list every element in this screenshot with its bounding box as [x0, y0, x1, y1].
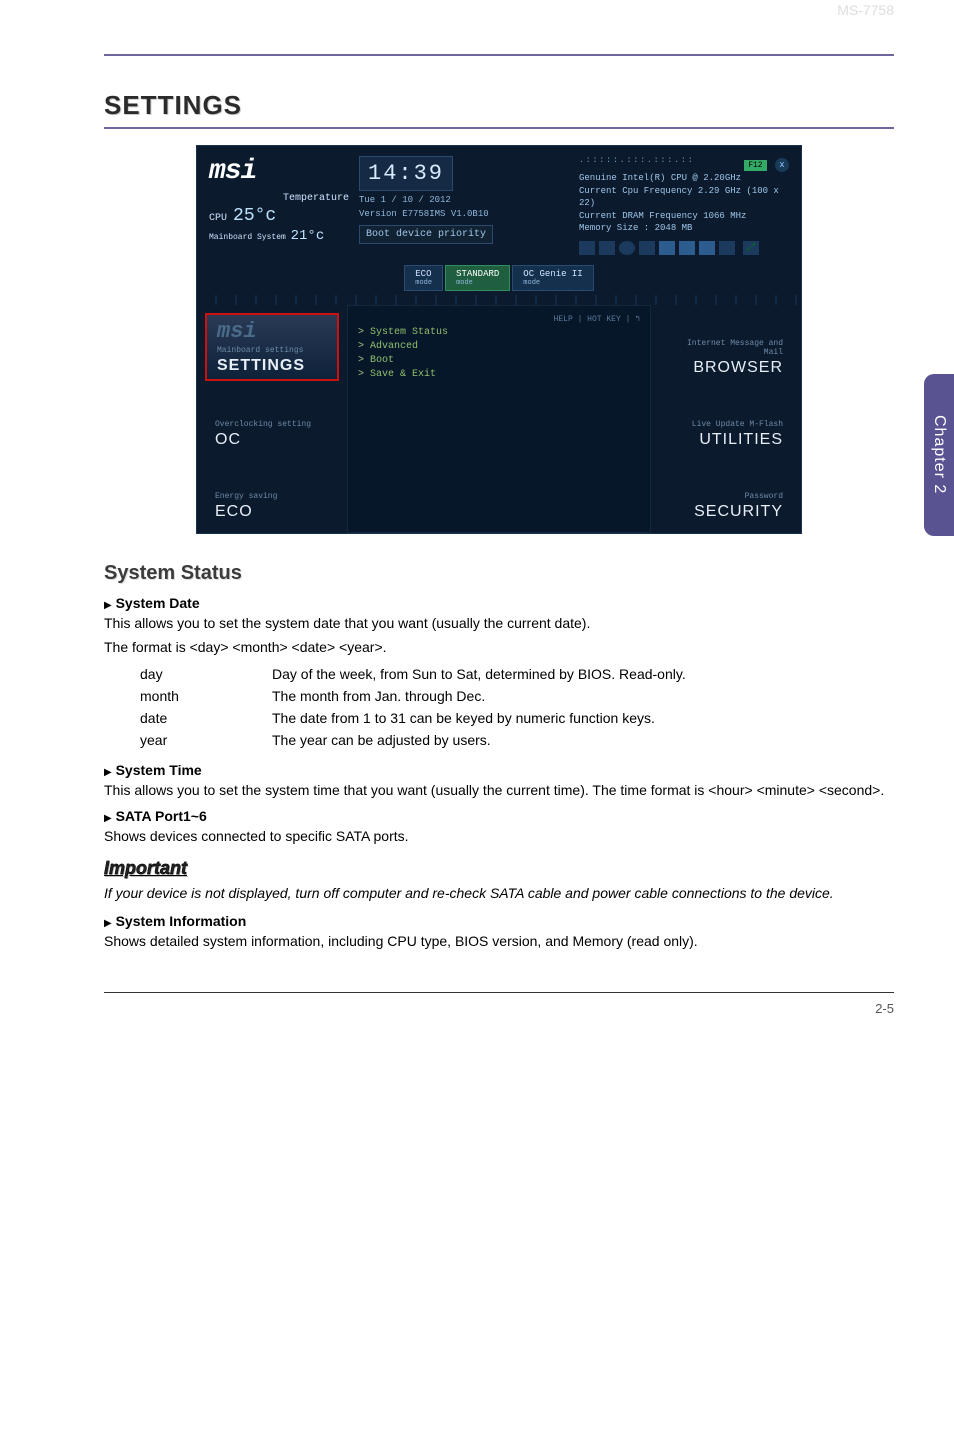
date-format-table: dayDay of the week, from Sun to Sat, det… [138, 662, 688, 752]
tile-browser[interactable]: Internet Message and Mail BROWSER [659, 313, 793, 381]
cell-val: The month from Jan. through Dec. [272, 686, 686, 706]
cell-key: day [140, 664, 270, 684]
tile-main: UTILITIES [699, 431, 783, 449]
item-system-time: ▶ System Time [104, 762, 894, 778]
tile-sub: Overclocking setting [215, 420, 329, 429]
tile-sub: Password [745, 492, 783, 501]
expand-icon[interactable]: ⤢ [743, 241, 759, 255]
f12-badge[interactable]: F12 [744, 160, 766, 171]
tile-oc[interactable]: Overclocking setting OC [205, 385, 339, 453]
important-label: Important [104, 858, 894, 879]
menu-item[interactable]: Save & Exit [358, 369, 640, 380]
cell-key: year [140, 730, 270, 750]
para: This allows you to set the system date t… [104, 613, 894, 633]
mode-oc-genie[interactable]: OC Genie IImode [512, 265, 593, 291]
tile-main: SETTINGS [217, 357, 327, 375]
tile-settings[interactable]: msi Mainboard settings SETTINGS [205, 313, 339, 381]
decoration-dots: .:::::.:::.:::.:: [579, 156, 695, 172]
para: This allows you to set the system time t… [104, 780, 894, 800]
tile-eco[interactable]: Energy saving ECO [205, 457, 339, 525]
cpu-freq: Current Cpu Frequency 2.29 GHz (100 x 22… [579, 185, 789, 210]
doc-id: MS-7758 [104, 2, 894, 18]
boot-priority-button[interactable]: Boot device priority [359, 225, 493, 244]
hotkey-hint: HELP | HOT KEY | ↰ [358, 314, 640, 324]
dram-freq: Current DRAM Frequency 1066 MHz [579, 210, 789, 223]
cell-key: month [140, 686, 270, 706]
cpu-label: CPU [209, 213, 227, 224]
tile-sub: Live Update M-Flash [692, 420, 783, 429]
page-number: 2-5 [104, 992, 894, 1016]
mem-size: Memory Size : 2048 MB [579, 222, 789, 235]
tile-main: ECO [215, 503, 329, 521]
tile-security[interactable]: Password SECURITY [659, 457, 793, 525]
mb-temp: 21°c [291, 228, 325, 244]
cell-val: The year can be adjusted by users. [272, 730, 686, 750]
cpu-temp: 25°c [233, 206, 276, 226]
bios-left-panel: msi Mainboard settings SETTINGS Overcloc… [197, 305, 347, 533]
bios-right-panel: Internet Message and Mail BROWSER Live U… [651, 305, 801, 533]
mode-standard[interactable]: STANDARDmode [445, 265, 510, 291]
mb-label: Mainboard System [209, 233, 286, 242]
cell-val: Day of the week, from Sun to Sat, determ… [272, 664, 686, 684]
header-rule [104, 54, 894, 56]
tile-main: SECURITY [694, 503, 783, 521]
para: Shows detailed system information, inclu… [104, 931, 894, 951]
bios-screenshot: msi Temperature CPU 25°c Mainboard Syste… [196, 145, 802, 534]
cell-key: date [140, 708, 270, 728]
bios-date: Tue 1 / 10 / 2012 [359, 195, 569, 205]
tile-main: OC [215, 431, 329, 449]
item-system-date: ▶ System Date [104, 595, 894, 611]
page-title: SETTINGS [104, 90, 894, 129]
boot-devices[interactable]: ⤢ [579, 241, 789, 255]
item-sata-ports: ▶ SATA Port1~6 [104, 808, 894, 824]
para: Shows devices connected to specific SATA… [104, 826, 894, 846]
bios-logo: msi [209, 156, 349, 187]
tile-sub: Energy saving [215, 492, 329, 501]
cell-val: The date from 1 to 31 can be keyed by nu… [272, 708, 686, 728]
tile-sub: Mainboard settings [217, 346, 327, 355]
menu-item[interactable]: System Status [358, 327, 640, 338]
cpu-name: Genuine Intel(R) CPU @ 2.20GHz [579, 172, 789, 185]
menu-item[interactable]: Advanced [358, 341, 640, 352]
menu-item[interactable]: Boot [358, 355, 640, 366]
msi-small-logo: msi [217, 319, 257, 344]
close-icon[interactable]: x [775, 158, 789, 172]
tile-utilities[interactable]: Live Update M-Flash UTILITIES [659, 385, 793, 453]
important-note: If your device is not displayed, turn of… [104, 883, 894, 903]
tile-main: BROWSER [693, 359, 783, 377]
bios-menu: HELP | HOT KEY | ↰ System Status Advance… [347, 305, 651, 533]
bios-clock: 14:39 [359, 156, 453, 191]
para: The format is <day> <month> <date> <year… [104, 637, 894, 657]
chapter-tab-label: Chapter 2 [930, 415, 948, 494]
separator-strip [197, 295, 801, 305]
section-heading: System Status [104, 562, 894, 585]
item-system-information: ▶ System Information [104, 913, 894, 929]
bios-version: Version E7758IMS V1.0B10 [359, 209, 569, 219]
tile-sub: Internet Message and Mail [669, 339, 783, 357]
temp-label: Temperature [209, 193, 349, 204]
mode-eco[interactable]: ECOmode [404, 265, 443, 291]
chapter-tab: Chapter 2 [924, 374, 954, 536]
